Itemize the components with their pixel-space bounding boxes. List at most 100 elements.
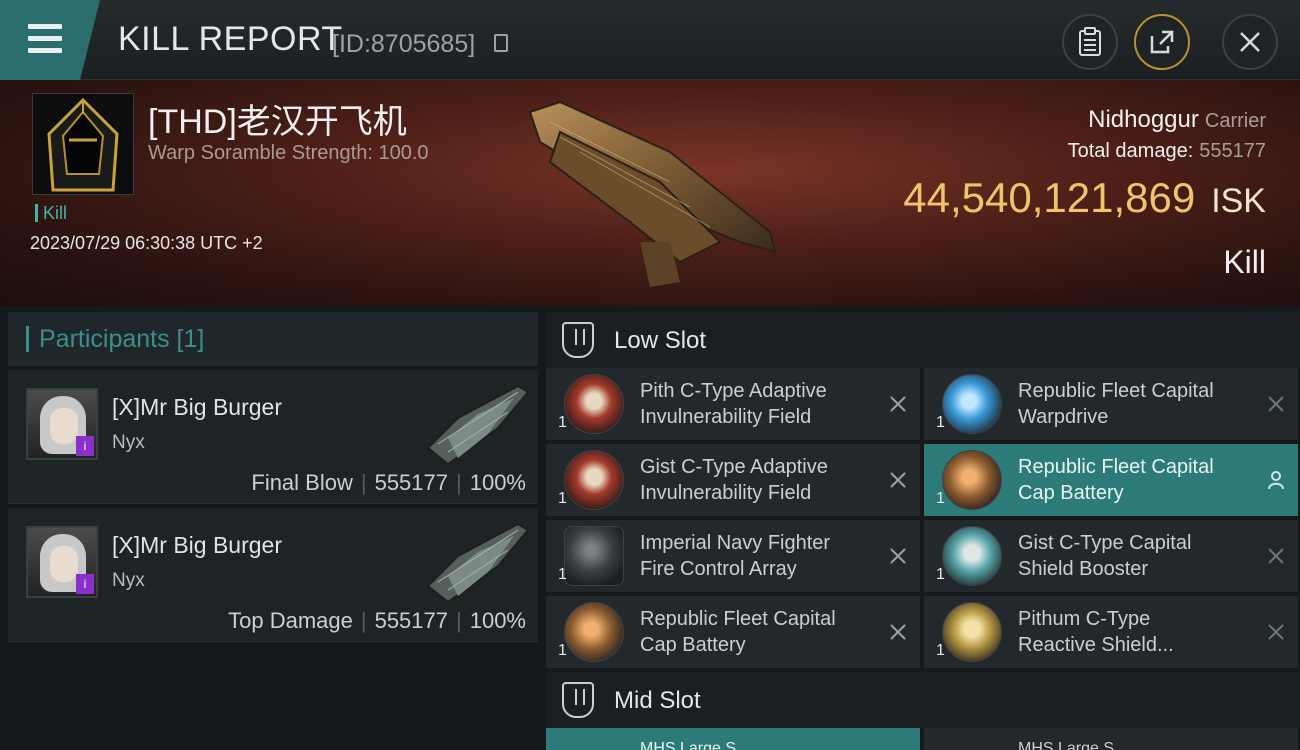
participant-ship: Nyx xyxy=(112,432,145,453)
close-button[interactable] xyxy=(1222,14,1278,70)
ship-name: Nidhoggur xyxy=(1088,106,1199,133)
participant-damage: 555177 xyxy=(374,470,448,495)
cap-battery-module-icon xyxy=(564,602,624,662)
module-name: Gist C-Type Adaptive Invulnerability Fiel… xyxy=(640,454,880,506)
low-slot-header: Low Slot xyxy=(546,312,1300,368)
mid-slot-icon xyxy=(562,682,594,718)
module-name: Republic Fleet Capital Cap Battery xyxy=(1018,454,1258,506)
module-item[interactable]: MHS Large S... xyxy=(546,728,920,750)
module-name-line1: Republic Fleet Capital xyxy=(1018,456,1214,478)
destroyed-x-icon xyxy=(890,548,906,564)
page-title: KILL REPORT xyxy=(118,20,343,58)
module-name-line2: Cap Battery xyxy=(640,634,746,656)
module-item[interactable]: 1 Gist C-Type Capital Shield Booster xyxy=(924,520,1298,592)
warp-scramble-strength: Warp Soramble Strength: 100.0 xyxy=(148,142,429,164)
fighter-array-module-icon xyxy=(564,526,624,586)
module-name: Pithum C-Type Reactive Shield... xyxy=(1018,606,1258,658)
hamburger-icon xyxy=(28,24,62,29)
destroyed-x-icon xyxy=(1268,396,1284,412)
module-quantity: 1 xyxy=(558,490,567,507)
module-name-line2: Fire Control Array xyxy=(640,558,797,580)
report-id: [ID:8705685] xyxy=(332,30,476,58)
participant-damage: 555177 xyxy=(374,608,448,633)
clipboard-icon xyxy=(1079,27,1101,56)
red-shield-module-icon xyxy=(564,374,624,434)
module-item[interactable]: 1 Gist C-Type Adaptive Invulnerability Fi… xyxy=(546,444,920,516)
close-icon xyxy=(1240,32,1260,52)
module-name-line1: Gist C-Type Adaptive xyxy=(640,456,828,478)
module-name-line2: Invulnerability Field xyxy=(640,482,812,504)
total-damage: Total damage: 555177 xyxy=(1068,140,1266,163)
separator: | xyxy=(456,470,462,495)
module-item[interactable]: 1 Republic Fleet Capital Cap Battery xyxy=(546,596,920,668)
hamburger-icon-bar xyxy=(28,48,62,53)
participant-avatar[interactable]: i xyxy=(26,526,98,598)
module-item[interactable]: MHS Large S... xyxy=(924,728,1298,750)
module-quantity: 1 xyxy=(936,566,945,583)
module-quantity: 1 xyxy=(936,490,945,507)
destroyed-x-icon xyxy=(1268,624,1284,640)
isk-value: 44,540,121,869 ISK xyxy=(903,174,1266,222)
module-name-line1: Gist C-Type Capital xyxy=(1018,532,1192,554)
module-name-line1: Pith C-Type Adaptive xyxy=(640,380,827,402)
module-name: Republic Fleet Capital Cap Battery xyxy=(640,606,880,658)
participant-avatar[interactable]: i xyxy=(26,388,98,460)
menu-button[interactable] xyxy=(0,0,100,80)
victim-portrait[interactable] xyxy=(32,93,134,195)
hooded-pilot-image xyxy=(33,94,133,194)
module-quantity: 1 xyxy=(558,642,567,659)
module-quantity: 1 xyxy=(936,414,945,431)
victim-ship: Nidhoggur Carrier xyxy=(1088,106,1266,134)
module-quantity: 1 xyxy=(558,414,567,431)
copy-id-icon[interactable] xyxy=(494,34,508,52)
module-name: Gist C-Type Capital Shield Booster xyxy=(1018,530,1258,582)
module-name-line2: Reactive Shield... xyxy=(1018,634,1174,656)
module-name-line2: Invulnerability Field xyxy=(640,406,812,428)
reactive-shield-module-icon xyxy=(942,602,1002,662)
module-item[interactable]: 1 Republic Fleet Capital Warpdrive xyxy=(924,368,1298,440)
clipboard-button[interactable] xyxy=(1062,14,1118,70)
participant-card[interactable]: i [X]Mr Big Burger Nyx Final Blow | 555177… xyxy=(8,370,538,504)
mid-slot-header: Mid Slot xyxy=(546,672,1300,728)
mid-slot-title: Mid Slot xyxy=(614,687,701,714)
participant-ship: Nyx xyxy=(112,570,145,591)
kill-timestamp: 2023/07/29 06:30:38 UTC +2 xyxy=(30,233,263,253)
low-slot-icon xyxy=(562,322,594,358)
destroyed-x-icon xyxy=(890,624,906,640)
module-quantity: 1 xyxy=(936,642,945,659)
participants-heading: Participants [1] xyxy=(8,312,538,366)
module-name-line2: Cap Battery xyxy=(1018,482,1124,504)
shield-booster-module-icon xyxy=(942,526,1002,586)
top-bar: KILL REPORT [ID:8705685] xyxy=(0,0,1300,80)
module-item-selected[interactable]: 1 Republic Fleet Capital Cap Battery xyxy=(924,444,1298,516)
participant-name: [X]Mr Big Burger xyxy=(112,532,282,558)
module-item[interactable]: 1 Pith C-Type Adaptive Invulnerability Fi… xyxy=(546,368,920,440)
isk-unit: ISK xyxy=(1211,182,1266,220)
participant-card[interactable]: i [X]Mr Big Burger Nyx Top Damage | 555177… xyxy=(8,508,538,642)
participant-role: Top Damage xyxy=(228,608,353,633)
module-item[interactable]: 1 Imperial Navy Fighter Fire Control Arra… xyxy=(546,520,920,592)
share-button[interactable] xyxy=(1134,14,1190,70)
info-badge-icon: i xyxy=(76,436,94,456)
isk-amount: 44,540,121,869 xyxy=(903,174,1196,221)
separator: | xyxy=(456,608,462,633)
share-icon xyxy=(1150,30,1174,54)
nyx-ship-image xyxy=(426,522,530,604)
destroyed-x-icon xyxy=(1268,548,1284,564)
avatar-face xyxy=(50,546,78,582)
module-item[interactable]: 1 Pithum C-Type Reactive Shield... xyxy=(924,596,1298,668)
module-name-line1: Republic Fleet Capital xyxy=(1018,380,1214,402)
module-name-line1: Pithum C-Type xyxy=(1018,608,1151,630)
separator: | xyxy=(360,470,367,495)
module-name: Imperial Navy Fighter Fire Control Array xyxy=(640,530,880,582)
module-name-line1: Imperial Navy Fighter xyxy=(640,532,831,554)
module-name: Pith C-Type Adaptive Invulnerability Fiel… xyxy=(640,378,880,430)
red-shield-module-icon xyxy=(564,450,624,510)
report-result: Kill xyxy=(1223,244,1266,280)
module-name-peek: MHS Large S... xyxy=(640,740,750,750)
total-damage-label: Total damage: xyxy=(1067,140,1194,162)
ship-class: Carrier xyxy=(1204,110,1266,132)
person-icon[interactable] xyxy=(1266,470,1286,490)
warpdrive-module-icon xyxy=(942,374,1002,434)
participants-title: Participants [1] xyxy=(26,326,204,352)
